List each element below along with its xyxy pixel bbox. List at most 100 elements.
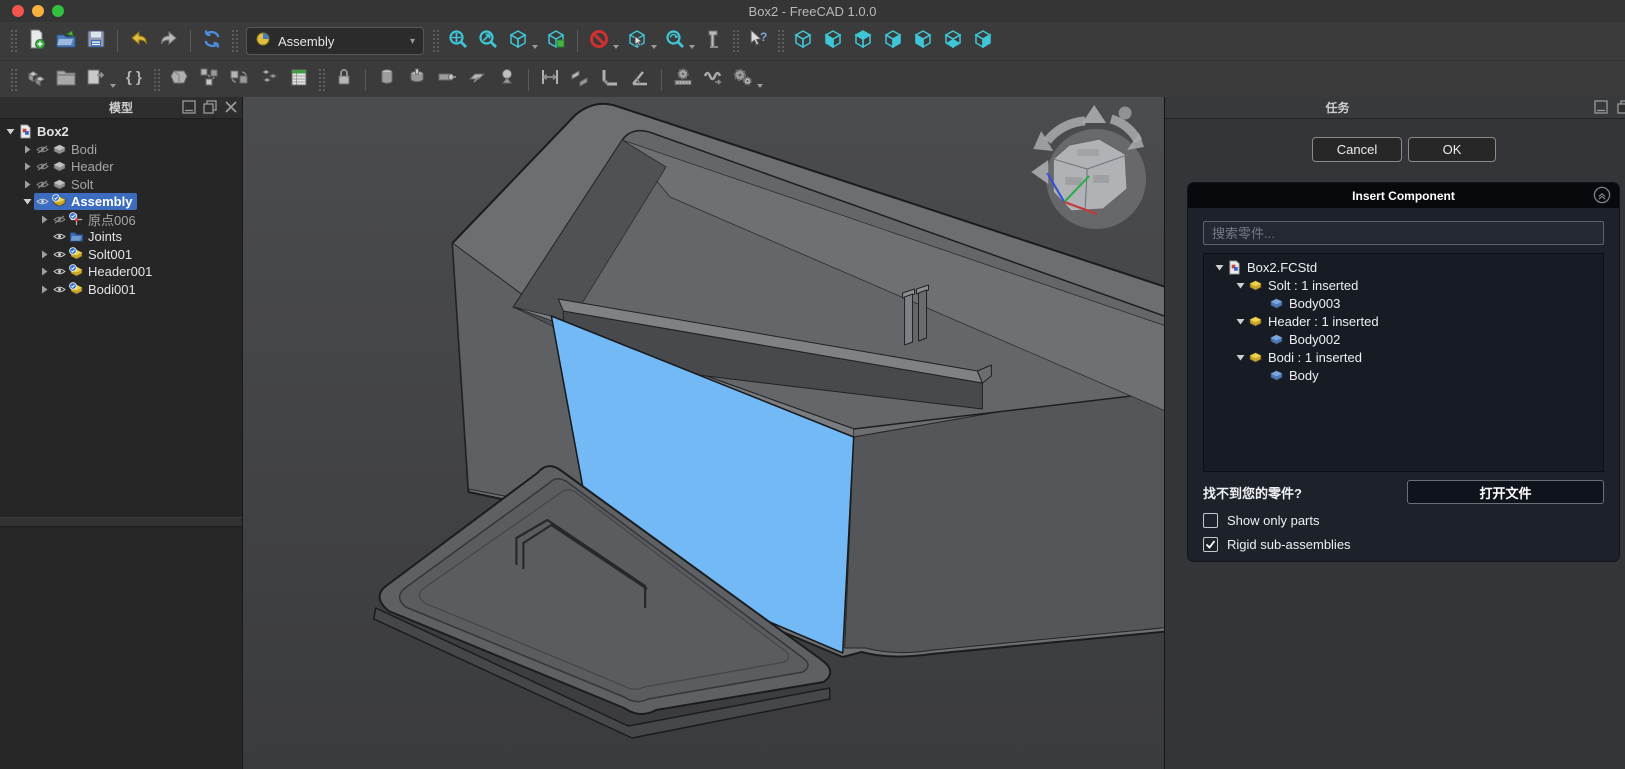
toolbar-drag-handle[interactable]: [777, 29, 784, 53]
minimize-window-button[interactable]: [32, 5, 44, 17]
joint-cylindrical-button[interactable]: [433, 66, 461, 94]
joint-gears-button[interactable]: [729, 66, 757, 94]
undo-button[interactable]: [125, 27, 153, 55]
ground-part-button[interactable]: [330, 66, 358, 94]
tree-item-bodi[interactable]: Bodi: [0, 141, 242, 159]
checkbox-unchecked[interactable]: [1203, 513, 1218, 528]
cancel-button[interactable]: Cancel: [1312, 137, 1402, 162]
joint-ball-button[interactable]: [493, 66, 521, 94]
view-isometric-button[interactable]: [504, 27, 532, 55]
solve-assembly-button[interactable]: [165, 66, 193, 94]
joint-belt-button[interactable]: [699, 66, 727, 94]
ok-button[interactable]: OK: [1408, 137, 1496, 162]
close-window-button[interactable]: [12, 5, 24, 17]
refresh-button[interactable]: [198, 27, 226, 55]
whats-this-button[interactable]: ?: [744, 27, 772, 55]
caret-expanded-icon[interactable]: [1233, 317, 1247, 326]
joint-parallel-button[interactable]: [566, 66, 594, 94]
caret-collapsed-icon[interactable]: [38, 285, 51, 294]
insert-tree-item[interactable]: Body003: [1204, 294, 1603, 312]
panel-float-icon[interactable]: [203, 100, 217, 114]
joint-revolute-button[interactable]: [403, 66, 431, 94]
search-parts-input[interactable]: [1203, 221, 1604, 245]
expressions-button[interactable]: { }: [120, 66, 148, 94]
caret-collapsed-icon[interactable]: [38, 215, 51, 224]
export-assembly-button[interactable]: [82, 66, 110, 94]
visibility-eye-icon[interactable]: [51, 232, 68, 241]
workbench-selector[interactable]: Assembly▾: [246, 27, 424, 55]
save-document-button[interactable]: [82, 27, 110, 55]
view-top-button[interactable]: [849, 27, 877, 55]
caret-expanded-icon[interactable]: [1233, 353, 1247, 362]
insert-tree-item[interactable]: Header : 1 inserted: [1204, 312, 1603, 330]
tree-item-header[interactable]: Header: [0, 158, 242, 176]
open-document-button[interactable]: [52, 27, 80, 55]
toolbar-drag-handle[interactable]: [10, 68, 17, 92]
visibility-hidden-icon[interactable]: [51, 215, 68, 224]
view-right-button[interactable]: [879, 27, 907, 55]
caret-collapsed-icon[interactable]: [21, 145, 34, 154]
caret-collapsed-icon[interactable]: [21, 162, 34, 171]
insert-component-header[interactable]: Insert Component: [1188, 183, 1619, 208]
tree-item-原点006[interactable]: 原点006: [0, 211, 242, 229]
insert-tree-item[interactable]: Body002: [1204, 330, 1603, 348]
joint-fixed-button[interactable]: [373, 66, 401, 94]
collapse-section-icon[interactable]: [1593, 186, 1611, 209]
tree-item-header001[interactable]: Header001: [0, 263, 242, 281]
tree-item-bodi001[interactable]: Bodi001: [0, 281, 242, 299]
panel-float-icon[interactable]: [1617, 100, 1625, 114]
box-element-selection-button[interactable]: [623, 27, 651, 55]
panel-close-icon[interactable]: [224, 100, 238, 114]
open-file-button[interactable]: 打开文件: [1407, 480, 1604, 504]
caret-expanded-icon[interactable]: [1212, 263, 1226, 272]
fit-all-button[interactable]: [444, 27, 472, 55]
create-assembly-button[interactable]: [22, 66, 50, 94]
toolbar-drag-handle[interactable]: [231, 29, 238, 53]
tree-item-solt001[interactable]: Solt001: [0, 246, 242, 264]
visibility-hidden-icon[interactable]: [34, 162, 51, 171]
joint-perpendicular-button[interactable]: [596, 66, 624, 94]
bill-of-materials-button[interactable]: [285, 66, 313, 94]
insert-component-button[interactable]: [255, 66, 283, 94]
view-axonometric-button[interactable]: [789, 27, 817, 55]
tree-item-solt[interactable]: Solt: [0, 176, 242, 194]
joint-angle-button[interactable]: [626, 66, 654, 94]
caret-expanded-icon[interactable]: [1233, 281, 1247, 290]
draw-style-button[interactable]: [661, 27, 689, 55]
visibility-hidden-icon[interactable]: [34, 145, 51, 154]
insert-tree-item[interactable]: Bodi : 1 inserted: [1204, 348, 1603, 366]
nav-dot-icon[interactable]: [1119, 107, 1132, 120]
caret-collapsed-icon[interactable]: [38, 267, 51, 276]
sync-view-button[interactable]: [542, 27, 570, 55]
caret-collapsed-icon[interactable]: [38, 250, 51, 259]
toolbar-drag-handle[interactable]: [153, 68, 160, 92]
view-rear-button[interactable]: [909, 27, 937, 55]
visibility-eye-icon[interactable]: [34, 197, 51, 206]
viewport-canvas[interactable]: [243, 97, 1164, 769]
clipping-plane-button[interactable]: [585, 27, 613, 55]
joint-distance-button[interactable]: [536, 66, 564, 94]
tree-item-assembly[interactable]: Assembly: [0, 193, 242, 211]
caret-expanded-icon[interactable]: [21, 197, 34, 206]
toolbar-drag-handle[interactable]: [432, 29, 439, 53]
joint-rack-pinion-button[interactable]: [669, 66, 697, 94]
insert-tree-item[interactable]: Solt : 1 inserted: [1204, 276, 1603, 294]
tree-item-box2[interactable]: Box2: [0, 123, 242, 141]
toolbar-drag-handle[interactable]: [732, 29, 739, 53]
visibility-hidden-icon[interactable]: [34, 180, 51, 189]
view-bottom-button[interactable]: [939, 27, 967, 55]
new-part-button[interactable]: [52, 66, 80, 94]
toolbar-drag-handle[interactable]: [318, 68, 325, 92]
panel-splitter[interactable]: [0, 517, 242, 527]
measure-button[interactable]: [699, 27, 727, 55]
panel-minimize-icon[interactable]: [1594, 100, 1608, 114]
zoom-window-button[interactable]: [52, 5, 64, 17]
visibility-eye-icon[interactable]: [51, 267, 68, 276]
fit-selection-button[interactable]: [474, 27, 502, 55]
visibility-eye-icon[interactable]: [51, 285, 68, 294]
insert-tree-item[interactable]: Body: [1204, 366, 1603, 384]
toolbar-drag-handle[interactable]: [10, 29, 17, 53]
panel-minimize-icon[interactable]: [182, 100, 196, 114]
caret-collapsed-icon[interactable]: [21, 180, 34, 189]
visibility-eye-icon[interactable]: [51, 250, 68, 259]
